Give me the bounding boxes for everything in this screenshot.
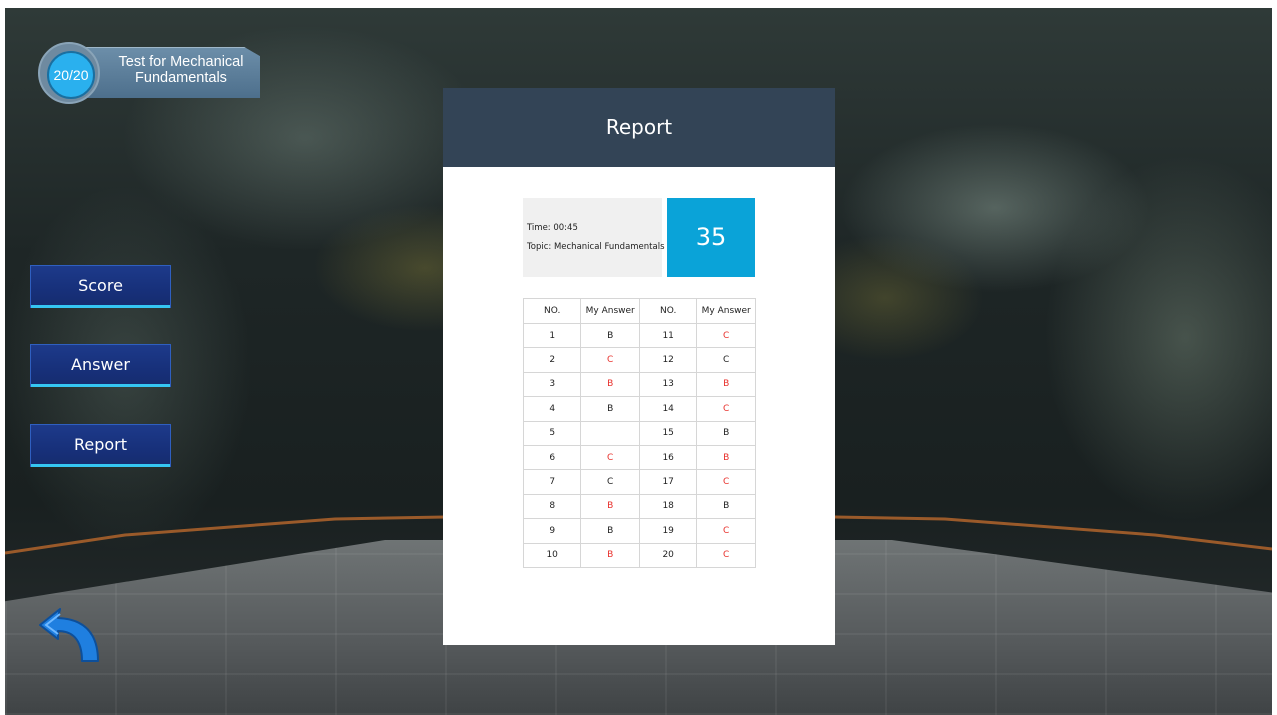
question-number: 20 [638, 542, 698, 568]
question-number: 9 [522, 518, 582, 544]
table-row: 6 C 16 B [522, 444, 756, 471]
score-button[interactable]: Score [30, 265, 171, 308]
column-header-my-answer: My Answer [696, 298, 756, 324]
question-number: 18 [638, 493, 698, 520]
question-number: 2 [522, 347, 582, 373]
score-value: 35 [667, 198, 755, 277]
my-answer: B [696, 493, 756, 520]
report-panel: Report Time: 00:45 Topic: Mechanical Fun… [443, 88, 835, 645]
question-number: 1 [522, 322, 582, 349]
question-number: 17 [638, 469, 698, 495]
my-answer: B [696, 444, 756, 471]
my-answer: C [580, 469, 640, 495]
my-answer: B [580, 493, 640, 520]
table-row: 5 15 B [522, 420, 756, 446]
report-button[interactable]: Report [30, 424, 171, 467]
progress-counter: 20/20 [47, 51, 95, 99]
question-number: 10 [522, 542, 582, 568]
question-number: 13 [638, 371, 698, 398]
question-number: 4 [522, 396, 582, 422]
app-window: Test for Mechanical Fundamentals 20/20 S… [0, 0, 1277, 715]
table-row: 2 C 12 C [522, 347, 756, 373]
question-number: 14 [638, 396, 698, 422]
my-answer: B [580, 542, 640, 568]
table-row: 1 B 11 C [522, 322, 756, 349]
quiz-title: Test for Mechanical Fundamentals [118, 54, 244, 86]
question-number: 16 [638, 444, 698, 471]
elapsed-time: Time: 00:45 [527, 223, 578, 233]
my-answer: C [696, 322, 756, 349]
my-answer: C [696, 518, 756, 544]
table-row: 7 C 17 C [522, 469, 756, 495]
quiz-title-badge: Test for Mechanical Fundamentals 20/20 [38, 42, 260, 104]
table-row: 3 B 13 B [522, 371, 756, 398]
column-header-my-answer: My Answer [580, 298, 640, 324]
my-answer [580, 420, 640, 446]
my-answer: B [580, 396, 640, 422]
question-number: 7 [522, 469, 582, 495]
topic-label: Topic: Mechanical Fundamentals [527, 242, 665, 252]
answer-button[interactable]: Answer [30, 344, 171, 387]
my-answer: B [580, 322, 640, 349]
question-number: 11 [638, 322, 698, 349]
my-answer: B [580, 371, 640, 398]
back-arrow-icon[interactable] [38, 605, 102, 665]
my-answer: B [580, 518, 640, 544]
report-summary: Time: 00:45 Topic: Mechanical Fundamenta… [523, 198, 665, 277]
my-answer: C [696, 469, 756, 495]
table-header-row: NO. My Answer NO. My Answer [522, 298, 756, 324]
progress-ring: 20/20 [38, 42, 100, 104]
question-number: 12 [638, 347, 698, 373]
question-number: 6 [522, 444, 582, 471]
table-row: 4 B 14 C [522, 396, 756, 422]
my-answer: C [696, 396, 756, 422]
my-answer: B [696, 420, 756, 446]
column-header-no: NO. [522, 298, 582, 324]
question-number: 5 [522, 420, 582, 446]
my-answer: C [696, 542, 756, 568]
my-answer: C [580, 347, 640, 373]
column-header-no: NO. [638, 298, 698, 324]
table-row: 10 B 20 C [522, 542, 756, 568]
answers-table: NO. My Answer NO. My Answer 1 B 11 C 2 C 12 C 3 B… [522, 298, 756, 568]
question-number: 3 [522, 371, 582, 398]
question-number: 8 [522, 493, 582, 520]
my-answer: C [580, 444, 640, 471]
question-number: 15 [638, 420, 698, 446]
question-number: 19 [638, 518, 698, 544]
my-answer: C [696, 347, 756, 373]
my-answer: B [696, 371, 756, 398]
table-row: 9 B 19 C [522, 518, 756, 544]
table-row: 8 B 18 B [522, 493, 756, 520]
report-title: Report [443, 88, 835, 167]
